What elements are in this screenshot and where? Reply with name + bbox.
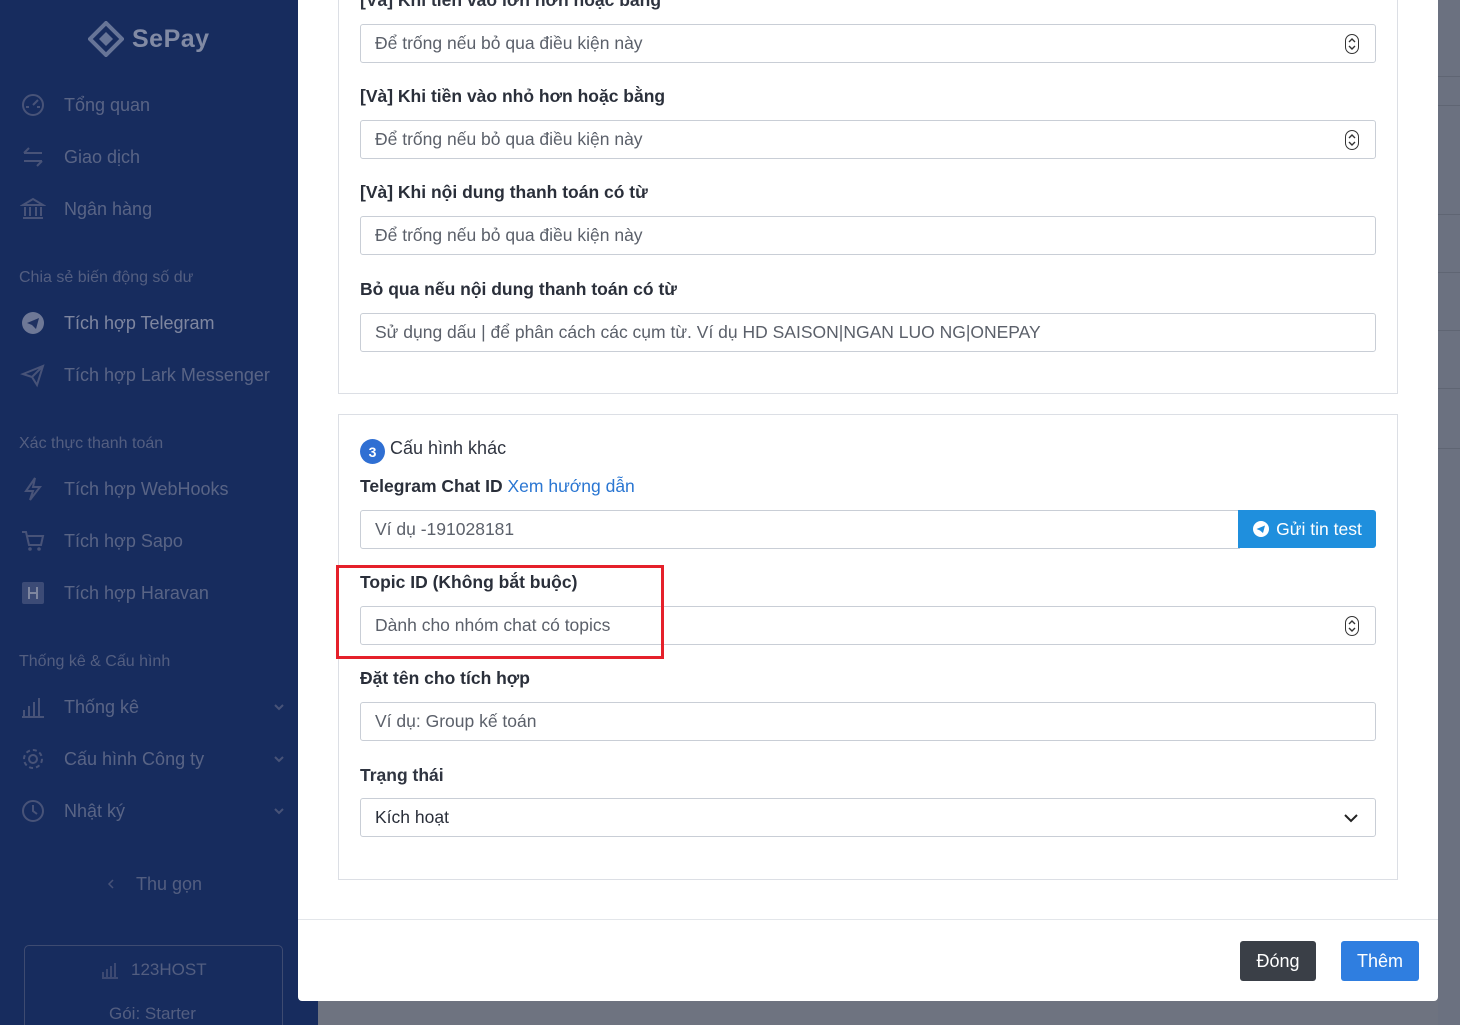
modal-backdrop[interactable] <box>0 0 318 1025</box>
chat-id-placeholder: Ví dụ -191028181 <box>375 519 515 539</box>
section-title: Cấu hình khác <box>390 438 507 458</box>
telegram-icon <box>1253 521 1270 537</box>
number-spinner-icon[interactable] <box>1345 130 1359 150</box>
chat-id-input[interactable]: Ví dụ -191028181 <box>360 510 1240 549</box>
amount-min-input[interactable]: Để trống nếu bỏ qua điều kiện này <box>360 24 1376 63</box>
amount-max-placeholder: Để trống nếu bỏ qua điều kiện này <box>375 129 643 149</box>
add-button[interactable]: Thêm <box>1341 941 1419 981</box>
amount-max-label: [Và] Khi tiền vào nhỏ hơn hoặc bằng <box>360 86 666 106</box>
amount-min-placeholder: Để trống nếu bỏ qua điều kiện này <box>375 33 643 53</box>
close-button[interactable]: Đóng <box>1240 941 1316 981</box>
number-spinner-icon[interactable] <box>1345 34 1359 54</box>
backdrop-divider <box>1438 330 1460 331</box>
content-has-input[interactable]: Để trống nếu bỏ qua điều kiện này <box>360 216 1376 255</box>
chat-id-label-text: Telegram Chat ID <box>360 476 503 496</box>
integration-name-input[interactable]: Ví dụ: Group kế toán <box>360 702 1376 741</box>
chat-id-label: Telegram Chat ID Xem hướng dẫn <box>360 476 635 497</box>
add-integration-modal: [Và] Khi tiền vào lớn hơn hoặc bằng Để t… <box>298 0 1438 1001</box>
chat-id-guide-link[interactable]: Xem hướng dẫn <box>508 476 635 496</box>
content-has-placeholder: Để trống nếu bỏ qua điều kiện này <box>375 225 643 245</box>
ignore-content-placeholder: Sử dụng dấu | để phân cách các cụm từ. V… <box>375 322 1041 342</box>
send-test-button[interactable]: Gửi tin test <box>1238 510 1376 548</box>
ignore-content-label: Bỏ qua nếu nội dung thanh toán có từ <box>360 279 677 299</box>
backdrop-divider <box>1438 76 1460 77</box>
backdrop-divider <box>1438 214 1460 215</box>
integration-name-label: Đặt tên cho tích hợp <box>360 668 530 688</box>
step-number-badge: 3 <box>360 439 385 464</box>
send-test-label: Gửi tin test <box>1276 518 1362 539</box>
backdrop-divider <box>1438 388 1460 389</box>
status-label: Trạng thái <box>360 765 444 785</box>
backdrop-divider <box>1438 105 1460 106</box>
amount-min-label: [Và] Khi tiền vào lớn hơn hoặc bằng <box>360 0 662 10</box>
backdrop-divider <box>1438 448 1460 449</box>
status-selected-value: Kích hoạt <box>375 807 449 827</box>
amount-max-input[interactable]: Để trống nếu bỏ qua điều kiện này <box>360 120 1376 159</box>
number-spinner-icon[interactable] <box>1345 616 1359 636</box>
modal-footer-divider <box>298 919 1438 920</box>
status-select[interactable]: Kích hoạt <box>360 798 1376 837</box>
backdrop-divider <box>1438 272 1460 273</box>
ignore-content-input[interactable]: Sử dụng dấu | để phân cách các cụm từ. V… <box>360 313 1376 352</box>
integration-name-placeholder: Ví dụ: Group kế toán <box>375 711 537 731</box>
chevron-down-icon <box>1344 814 1358 823</box>
highlight-box <box>336 565 664 659</box>
backdrop-right[interactable] <box>1438 0 1460 1025</box>
content-has-label: [Và] Khi nội dung thanh toán có từ <box>360 182 648 202</box>
